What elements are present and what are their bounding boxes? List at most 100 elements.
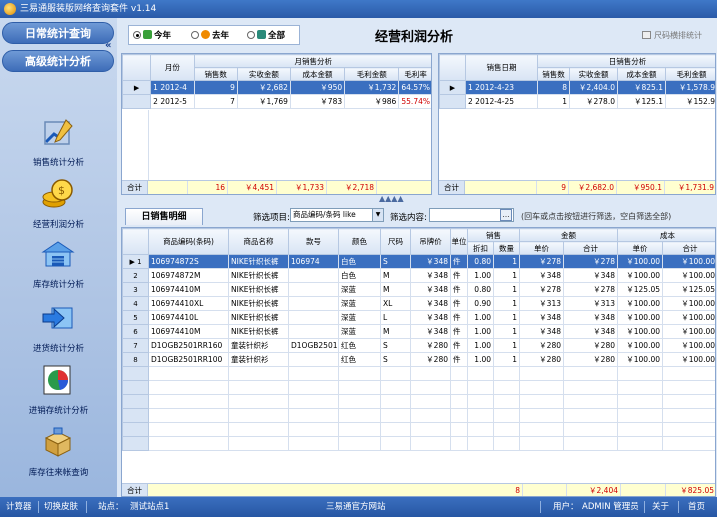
cell-tag-price: ￥280: [410, 338, 451, 353]
table-row[interactable]: ▶ 1 2012-4 9 ￥2,682 ￥950 ￥1,732 64.57%: [122, 80, 431, 95]
row-indicator[interactable]: [122, 394, 149, 409]
col-header-price[interactable]: 单价: [519, 241, 564, 255]
search-button[interactable]: …: [500, 209, 512, 221]
col-header-style[interactable]: 款号: [288, 228, 339, 255]
cell-discount: [467, 394, 494, 409]
advanced-stats-button[interactable]: 高级统计分析: [2, 50, 114, 72]
col-header-gross[interactable]: 毛利金额: [665, 67, 715, 81]
sidebar-item-inventory-analysis[interactable]: 库存统计分析: [0, 236, 117, 302]
cell-tag-price: [410, 436, 451, 451]
row-indicator[interactable]: 5: [122, 310, 149, 325]
cell-month: 2012-4: [160, 83, 187, 92]
page-title: 经营利润分析: [375, 30, 454, 45]
total-gross: ￥1,731.9: [665, 181, 715, 194]
row-indicator[interactable]: [122, 380, 149, 395]
row-indicator[interactable]: [122, 422, 149, 437]
cell-sum: [563, 380, 618, 395]
table-row[interactable]: 8 D1OGB2501RR100 童装针织衫 红色 S ￥280 件 1.00 1 ￥280 ￥28…: [122, 352, 715, 367]
cell-discount: [467, 408, 494, 423]
period-option-last-year[interactable]: 去年: [191, 29, 229, 41]
col-header-unit[interactable]: 单位: [450, 228, 468, 255]
row-number: 2: [468, 97, 473, 106]
total-cost: ￥950.1: [617, 181, 665, 194]
table-row[interactable]: 3 106974410M NIKE针织长裤 深蓝 M ￥348 件 0.80 1 ￥278 ￥278…: [122, 282, 715, 297]
sidebar-item-stock-ledger[interactable]: 库存往来帐查询: [0, 424, 117, 490]
sidebar-item-profit-analysis[interactable]: $ 经营利润分析: [0, 176, 117, 242]
table-row[interactable]: 7 D1OGB2501RR160 童装针织衫 D1OGB2501 红色 S ￥280 件 1.0…: [122, 338, 715, 353]
chevron-down-icon[interactable]: ▼: [372, 209, 383, 221]
row-indicator[interactable]: 4: [122, 296, 149, 311]
col-header-actual[interactable]: 实收金额: [569, 67, 618, 81]
col-header-discount[interactable]: 折扣: [467, 241, 494, 255]
row-indicator[interactable]: [122, 408, 149, 423]
col-header-size[interactable]: 尺码: [380, 228, 411, 255]
col-header-sum[interactable]: 合计: [563, 241, 618, 255]
collapse-sidebar-icon[interactable]: «: [105, 40, 111, 51]
switch-skin-link[interactable]: 切换皮肤: [44, 497, 78, 517]
top-toolbar: 今年 去年 全部 经营利润分析 尺码横排统计: [117, 18, 717, 52]
cell-unit: 件: [450, 296, 468, 311]
filter-field-select[interactable]: 商品编码/条码 like ▼: [290, 208, 384, 222]
cell-code: D1OGB2501RR160: [148, 338, 229, 353]
sidebar-item-label: 经营利润分析: [32, 220, 84, 230]
cell-qty: [493, 366, 520, 381]
table-row[interactable]: 2 2012-5 7 ￥1,769 ￥783 ￥986 55.74%: [122, 94, 431, 109]
official-website-link[interactable]: 三易通官方网站: [326, 497, 386, 517]
table-row[interactable]: 4 106974410XL NIKE针织长裤 深蓝 XL ￥348 件 0.90 1 ￥313 ￥3…: [122, 296, 715, 311]
row-indicator[interactable]: 7: [122, 338, 149, 353]
col-header-code[interactable]: 商品编码(条码): [148, 228, 229, 255]
row-indicator[interactable]: ▶: [122, 80, 152, 95]
calculator-link[interactable]: 计算器: [6, 497, 32, 517]
row-indicator[interactable]: [439, 94, 466, 109]
table-row[interactable]: ▶ 1 2012-4-23 8 ￥2,404.0 ￥825.1 ￥1,578.9: [439, 80, 715, 95]
row-indicator[interactable]: 2: [122, 268, 149, 283]
col-header-name[interactable]: 商品名称: [228, 228, 289, 255]
about-link[interactable]: 关于: [652, 497, 669, 517]
col-header-color[interactable]: 颜色: [338, 228, 381, 255]
period-option-this-year[interactable]: 今年: [133, 29, 171, 41]
row-indicator[interactable]: ▶ 1: [122, 254, 149, 269]
sidebar-item-label: 进货统计分析: [32, 344, 84, 354]
cell-color: 白色: [338, 268, 381, 283]
period-option-all[interactable]: 全部: [247, 29, 285, 41]
col-header-date[interactable]: 销售日期: [465, 54, 538, 81]
row-indicator[interactable]: 6: [122, 324, 149, 339]
row-indicator[interactable]: [122, 366, 149, 381]
row-indicator[interactable]: 3: [122, 282, 149, 297]
sidebar-item-sales-analysis[interactable]: 销售统计分析: [0, 114, 117, 180]
sidebar-item-purchase-analysis[interactable]: 进货统计分析: [0, 300, 117, 366]
cell-style: [288, 380, 339, 395]
splitter-handle[interactable]: ▲▲▲▲: [379, 194, 404, 203]
table-row[interactable]: 2 2012-4-25 1 ￥278.0 ￥125.1 ￥152.9: [439, 94, 715, 109]
row-indicator[interactable]: ▶: [439, 80, 466, 95]
col-header-actual[interactable]: 实收金额: [236, 67, 291, 81]
col-header-cost-sum[interactable]: 合计: [662, 241, 715, 255]
col-header-gross[interactable]: 毛利金额: [344, 67, 400, 81]
col-header-count[interactable]: 销售数: [537, 67, 570, 81]
col-header-cost[interactable]: 成本金额: [289, 67, 346, 81]
cell-price: ￥280: [519, 338, 564, 353]
table-row[interactable]: ▶ 1 106974872S NIKE针织长裤 106974 白色 S ￥348 件 0.80 1…: [122, 254, 715, 269]
orange-ball-icon: [201, 30, 210, 39]
row-indicator[interactable]: [122, 94, 152, 109]
table-row[interactable]: 6 106974410M NIKE针织长裤 深蓝 M ￥348 件 1.00 1 ￥348 ￥348…: [122, 324, 715, 339]
col-header-cost-price[interactable]: 单价: [617, 241, 663, 255]
sidebar-item-psi-analysis[interactable]: 进销存统计分析: [0, 362, 117, 428]
col-header-count[interactable]: 销售数: [193, 67, 238, 81]
col-header-qty[interactable]: 数量: [493, 241, 520, 255]
size-horizontal-stats-button[interactable]: 尺码横排统计: [642, 30, 702, 41]
col-header-rate[interactable]: 毛利率: [398, 67, 431, 81]
col-header-month[interactable]: 月份: [150, 54, 195, 81]
col-header-tag-price[interactable]: 吊牌价: [410, 228, 451, 255]
row-indicator[interactable]: 8: [122, 352, 149, 367]
cell-code: [148, 436, 229, 451]
empty-row: [122, 366, 715, 381]
daily-stats-button[interactable]: 日常统计查询: [2, 22, 114, 44]
tab-daily-detail[interactable]: 日销售明细: [125, 208, 203, 225]
home-link[interactable]: 首页: [688, 497, 705, 517]
row-indicator[interactable]: [122, 436, 149, 451]
table-row[interactable]: 2 106974872M NIKE针织长裤 白色 M ￥348 件 1.00 1 ￥348 ￥348…: [122, 268, 715, 283]
table-row[interactable]: 5 106974410L NIKE针织长裤 深蓝 L ￥348 件 1.00 1 ￥348 ￥348…: [122, 310, 715, 325]
cell-discount: [467, 436, 494, 451]
col-header-cost[interactable]: 成本金额: [617, 67, 666, 81]
